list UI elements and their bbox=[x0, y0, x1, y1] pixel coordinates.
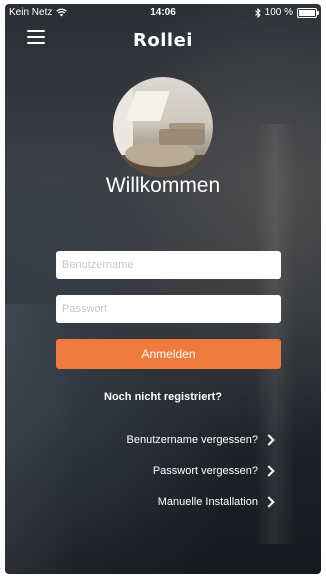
manual-installation-label: Manuelle Installation bbox=[157, 496, 258, 508]
forgot-password-link[interactable]: Passwort vergessen? bbox=[153, 465, 275, 477]
welcome-title: Willkommen bbox=[105, 174, 221, 197]
chevron-right-icon bbox=[263, 465, 275, 477]
username-input[interactable] bbox=[56, 251, 281, 279]
app-screen: Kein Netz 14:06 100 % Rollei Willkommen bbox=[5, 4, 321, 574]
forgot-username-label: Benutzername vergessen? bbox=[126, 434, 258, 446]
battery-percent: 100 % bbox=[264, 7, 293, 18]
forgot-username-link[interactable]: Benutzername vergessen? bbox=[127, 434, 275, 446]
bluetooth-icon bbox=[254, 7, 261, 18]
chevron-right-icon bbox=[263, 434, 275, 446]
password-input[interactable] bbox=[56, 295, 281, 323]
forgot-password-label: Passwort vergessen? bbox=[152, 465, 258, 477]
status-right: 100 % bbox=[254, 7, 319, 18]
brand-logo: Rollei bbox=[133, 30, 193, 51]
manual-installation-link[interactable]: Manuelle Installation bbox=[158, 496, 275, 508]
chevron-right-icon bbox=[263, 496, 275, 508]
room-photo bbox=[113, 77, 213, 177]
register-link[interactable]: Noch nicht registriert? bbox=[5, 391, 321, 403]
status-bar: Kein Netz 14:06 100 % bbox=[5, 4, 321, 22]
battery-icon bbox=[297, 7, 319, 18]
login-button[interactable]: Anmelden bbox=[56, 339, 281, 369]
